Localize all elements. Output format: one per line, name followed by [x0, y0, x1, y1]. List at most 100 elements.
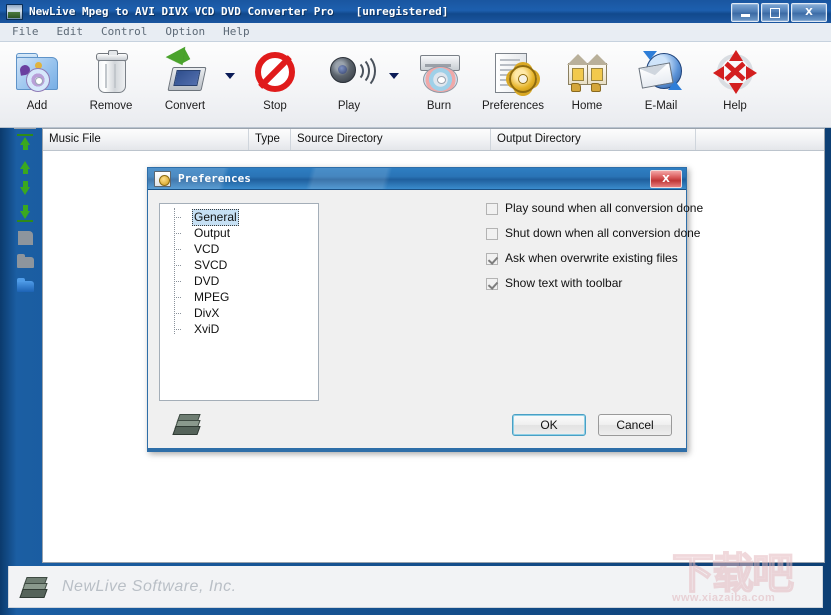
- add-media-folder-icon: [14, 49, 60, 95]
- convert-dropdown-button[interactable]: [222, 42, 238, 126]
- show-text-toolbar-checkbox[interactable]: [486, 278, 498, 290]
- general-options-panel: Play sound when all conversion done Shut…: [486, 202, 703, 302]
- play-dropdown-button[interactable]: [386, 42, 402, 126]
- toolbar-button-convert[interactable]: Convert: [148, 42, 222, 126]
- option-show-text-toolbar[interactable]: Show text with toolbar: [486, 277, 676, 290]
- tree-item-label: VCD: [194, 241, 220, 256]
- application-window: NewLive Mpeg to AVI DIVX VCD DVD Convert…: [0, 0, 831, 615]
- move-up-button[interactable]: [13, 155, 37, 176]
- menu-item-file[interactable]: File: [3, 23, 48, 41]
- menu-item-edit[interactable]: Edit: [48, 23, 93, 41]
- minimize-button[interactable]: [731, 3, 759, 22]
- preferences-category-tree[interactable]: General Output VCD SVCD DVD MPEG DivX Xv…: [159, 203, 319, 401]
- ok-button[interactable]: OK: [512, 414, 586, 436]
- app-icon: [6, 3, 23, 20]
- option-label: Show text with toolbar: [505, 276, 623, 290]
- stop-sign-icon: [252, 49, 298, 95]
- toolbar-button-burn[interactable]: Burn: [402, 42, 476, 126]
- toolbar-label-home: Home: [571, 100, 603, 112]
- red-arrows-help-icon: [712, 49, 758, 95]
- toolbar-button-help[interactable]: Help: [698, 42, 772, 126]
- toolbar-label-burn: Burn: [426, 100, 452, 112]
- toolbar-label-preferences: Preferences: [481, 100, 544, 112]
- tree-item-divx[interactable]: DivX: [160, 305, 318, 321]
- play-sound-checkbox[interactable]: [486, 203, 498, 215]
- cd-burner-icon: [416, 49, 462, 95]
- toolbar-button-stop[interactable]: Stop: [238, 42, 312, 126]
- tree-item-label: XviD: [194, 321, 220, 336]
- dialog-close-button[interactable]: X: [650, 170, 682, 188]
- column-header-source-directory[interactable]: Source Directory: [291, 129, 491, 150]
- move-to-top-icon: [17, 134, 33, 136]
- option-shut-down[interactable]: Shut down when all conversion done: [486, 227, 700, 240]
- tree-item-vcd[interactable]: VCD: [160, 241, 318, 257]
- move-to-top-button[interactable]: [13, 131, 37, 152]
- tree-item-output[interactable]: Output: [160, 225, 318, 241]
- toolbar-label-help: Help: [723, 100, 747, 112]
- printer-icon: [19, 575, 48, 599]
- tree-item-general[interactable]: General: [160, 208, 318, 226]
- dialog-footer-accent: [148, 448, 686, 451]
- toolbar-button-email[interactable]: E-Mail: [624, 42, 698, 126]
- status-text: NewLive Software, Inc.: [62, 577, 237, 595]
- move-down-button[interactable]: [13, 179, 37, 200]
- option-play-sound[interactable]: Play sound when all conversion done: [486, 202, 703, 215]
- folder-grey-button[interactable]: [13, 251, 37, 272]
- close-button[interactable]: X: [791, 3, 827, 22]
- window-title: NewLive Mpeg to AVI DIVX VCD DVD Convert…: [29, 5, 334, 18]
- menu-bar: File Edit Control Option Help: [0, 23, 831, 42]
- maximize-button[interactable]: [761, 3, 789, 22]
- menu-item-control[interactable]: Control: [92, 23, 156, 41]
- tree-item-svcd[interactable]: SVCD: [160, 257, 318, 273]
- column-header-music-file[interactable]: Music File: [43, 129, 249, 150]
- folder-blue-button[interactable]: [13, 275, 37, 296]
- toolbar-label-add: Add: [26, 100, 48, 112]
- trash-can-icon: [88, 49, 134, 95]
- toolbar-button-add[interactable]: Add: [0, 42, 74, 126]
- toolbar-label-play: Play: [337, 100, 361, 112]
- status-bar: NewLive Software, Inc.: [8, 566, 823, 608]
- column-header-output-directory[interactable]: Output Directory: [491, 129, 696, 150]
- dialog-body: General Output VCD SVCD DVD MPEG DivX Xv…: [148, 190, 703, 453]
- tree-item-label: DivX: [194, 305, 220, 320]
- option-label: Shut down when all conversion done: [505, 226, 701, 240]
- registration-status: [unregistered]: [355, 5, 449, 18]
- toolbar-button-preferences[interactable]: Preferences: [476, 42, 550, 126]
- column-header-type[interactable]: Type: [249, 129, 291, 150]
- window-controls: X: [731, 3, 827, 22]
- toolbar-label-convert: Convert: [164, 100, 206, 112]
- minimize-icon: [740, 13, 750, 17]
- ask-overwrite-checkbox[interactable]: [486, 253, 498, 265]
- toolbar-button-home[interactable]: Home: [550, 42, 624, 126]
- page-grey-icon: [18, 231, 33, 245]
- list-order-toolbar: [10, 128, 40, 558]
- option-label: Ask when overwrite existing files: [505, 251, 678, 265]
- dialog-title: Preferences: [178, 172, 251, 185]
- page-button[interactable]: [13, 227, 37, 248]
- shut-down-checkbox[interactable]: [486, 228, 498, 240]
- column-header-extra[interactable]: [696, 129, 824, 150]
- toolbar-label-remove: Remove: [89, 100, 133, 112]
- menu-item-help[interactable]: Help: [214, 23, 259, 41]
- houses-home-icon: [564, 49, 610, 95]
- toolbar-button-play[interactable]: Play: [312, 42, 386, 126]
- tree-item-dvd[interactable]: DVD: [160, 273, 318, 289]
- toolbar-label-stop: Stop: [263, 100, 287, 112]
- move-down-icon: [20, 187, 30, 195]
- tree-item-mpeg[interactable]: MPEG: [160, 289, 318, 305]
- cancel-button[interactable]: Cancel: [598, 414, 672, 436]
- convert-arrow-icon: [162, 46, 208, 95]
- chevron-down-icon: [225, 73, 235, 79]
- move-to-bottom-button[interactable]: [13, 203, 37, 224]
- speaker-play-icon: [326, 49, 376, 95]
- tree-item-label: General: [192, 208, 239, 226]
- tree-item-xvid[interactable]: XviD: [160, 321, 318, 337]
- dialog-printer-icon: [172, 412, 201, 436]
- tree-item-label: DVD: [194, 273, 220, 288]
- option-ask-overwrite[interactable]: Ask when overwrite existing files: [486, 251, 678, 265]
- envelope-globe-icon: [638, 49, 684, 95]
- preferences-dialog: Preferences X General Output VCD SVCD DV…: [147, 167, 703, 453]
- menu-item-option[interactable]: Option: [156, 23, 214, 41]
- toolbar-button-remove[interactable]: Remove: [74, 42, 148, 126]
- maximize-icon: [770, 7, 780, 18]
